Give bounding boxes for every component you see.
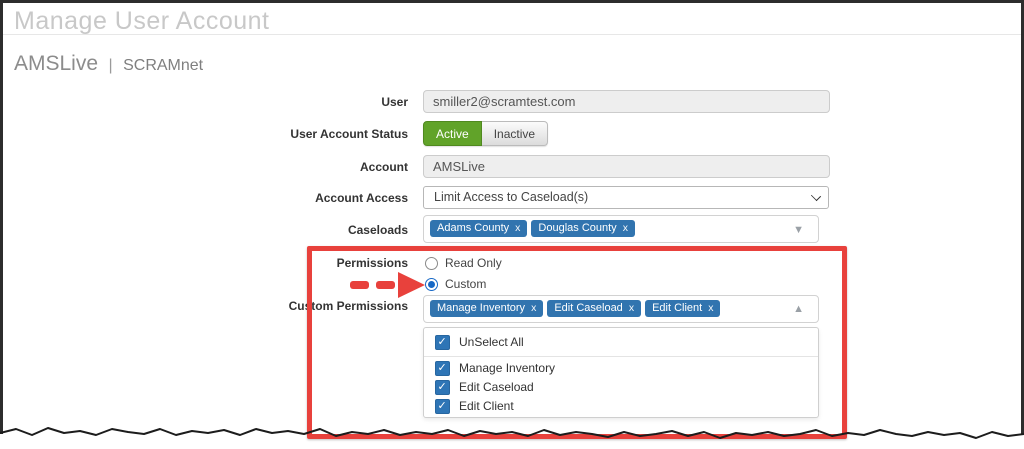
user-label: User bbox=[208, 95, 408, 109]
remove-tag-icon[interactable]: x bbox=[515, 220, 520, 237]
caseload-tag-label: Adams County bbox=[437, 220, 509, 237]
account-name: AMSLive bbox=[14, 52, 98, 75]
account-access-select[interactable]: Limit Access to Caseload(s) bbox=[423, 186, 829, 209]
custom-permissions-label: Custom Permissions bbox=[208, 299, 408, 313]
dropdown-option-edit-client[interactable]: Edit Client bbox=[424, 397, 818, 415]
read-only-radio-row: Read Only bbox=[425, 256, 502, 270]
permission-tag: Edit Caseload x bbox=[547, 300, 641, 317]
permission-tag: Edit Client x bbox=[645, 300, 720, 317]
dropdown-option-unselect-all[interactable]: UnSelect All bbox=[424, 328, 818, 357]
caseload-tag: Adams County x bbox=[430, 220, 527, 237]
permission-tag-label: Manage Inventory bbox=[437, 300, 525, 317]
read-only-radio-label: Read Only bbox=[445, 256, 502, 270]
read-only-radio[interactable] bbox=[425, 257, 438, 270]
page-title: Manage User Account bbox=[14, 7, 269, 36]
custom-permissions-multiselect[interactable]: Manage Inventory x Edit Caseload x Edit … bbox=[423, 295, 819, 323]
title-divider bbox=[3, 34, 1021, 35]
custom-radio-row: Custom bbox=[425, 277, 486, 291]
caseloads-multiselect[interactable]: Adams County x Douglas County x ▼ bbox=[423, 215, 819, 243]
dropdown-option-manage-inventory[interactable]: Manage Inventory bbox=[424, 359, 818, 377]
caseloads-label: Caseloads bbox=[208, 223, 408, 237]
remove-tag-icon[interactable]: x bbox=[531, 300, 536, 317]
annotation-arrow-head-icon bbox=[398, 272, 425, 298]
custom-permissions-dropdown-panel: UnSelect All Manage Inventory Edit Casel… bbox=[423, 327, 819, 418]
remove-tag-icon[interactable]: x bbox=[623, 220, 628, 237]
dropdown-option-edit-caseload[interactable]: Edit Caseload bbox=[424, 378, 818, 396]
checkbox-checked-icon[interactable] bbox=[435, 361, 450, 376]
breadcrumb: AMSLive | SCRAMnet bbox=[14, 52, 203, 76]
dropdown-option-label: Manage Inventory bbox=[459, 361, 555, 375]
caseloads-tags: Adams County x Douglas County x bbox=[430, 220, 635, 237]
custom-radio-label: Custom bbox=[445, 277, 486, 291]
account-field[interactable]: AMSLive bbox=[423, 155, 830, 178]
caseload-tag-label: Douglas County bbox=[538, 220, 616, 237]
inactive-button[interactable]: Inactive bbox=[482, 121, 548, 146]
dropdown-option-label: Edit Client bbox=[459, 399, 514, 413]
active-button[interactable]: Active bbox=[423, 121, 482, 146]
custom-permissions-tags: Manage Inventory x Edit Caseload x Edit … bbox=[430, 300, 720, 317]
chevron-down-icon bbox=[811, 191, 820, 200]
dropdown-open-icon[interactable]: ▼ bbox=[793, 225, 804, 236]
permission-tag-label: Edit Client bbox=[652, 300, 702, 317]
breadcrumb-separator: | bbox=[108, 57, 112, 74]
torn-edge-decoration bbox=[0, 422, 1024, 449]
checkbox-checked-icon[interactable] bbox=[435, 335, 450, 350]
remove-tag-icon[interactable]: x bbox=[708, 300, 713, 317]
annotation-arrow-dash bbox=[376, 281, 395, 289]
checkbox-checked-icon[interactable] bbox=[435, 399, 450, 414]
user-field[interactable]: smiller2@scramtest.com bbox=[423, 90, 830, 113]
caseload-tag: Douglas County x bbox=[531, 220, 635, 237]
permission-tag-label: Edit Caseload bbox=[554, 300, 623, 317]
product-name: SCRAMnet bbox=[123, 57, 203, 74]
dropdown-close-icon[interactable]: ▲ bbox=[793, 304, 804, 315]
user-account-status-toggle: Active Inactive bbox=[423, 121, 548, 146]
user-account-status-label: User Account Status bbox=[208, 127, 408, 141]
dropdown-option-label: UnSelect All bbox=[459, 335, 524, 349]
account-access-label: Account Access bbox=[208, 191, 408, 205]
account-label: Account bbox=[208, 160, 408, 174]
dropdown-option-label: Edit Caseload bbox=[459, 380, 534, 394]
checkbox-checked-icon[interactable] bbox=[435, 380, 450, 395]
permission-tag: Manage Inventory x bbox=[430, 300, 543, 317]
custom-radio[interactable] bbox=[425, 278, 438, 291]
permissions-label: Permissions bbox=[208, 256, 408, 270]
remove-tag-icon[interactable]: x bbox=[629, 300, 634, 317]
annotation-arrow-dash bbox=[350, 281, 369, 289]
account-access-selected-value: Limit Access to Caseload(s) bbox=[434, 190, 588, 204]
